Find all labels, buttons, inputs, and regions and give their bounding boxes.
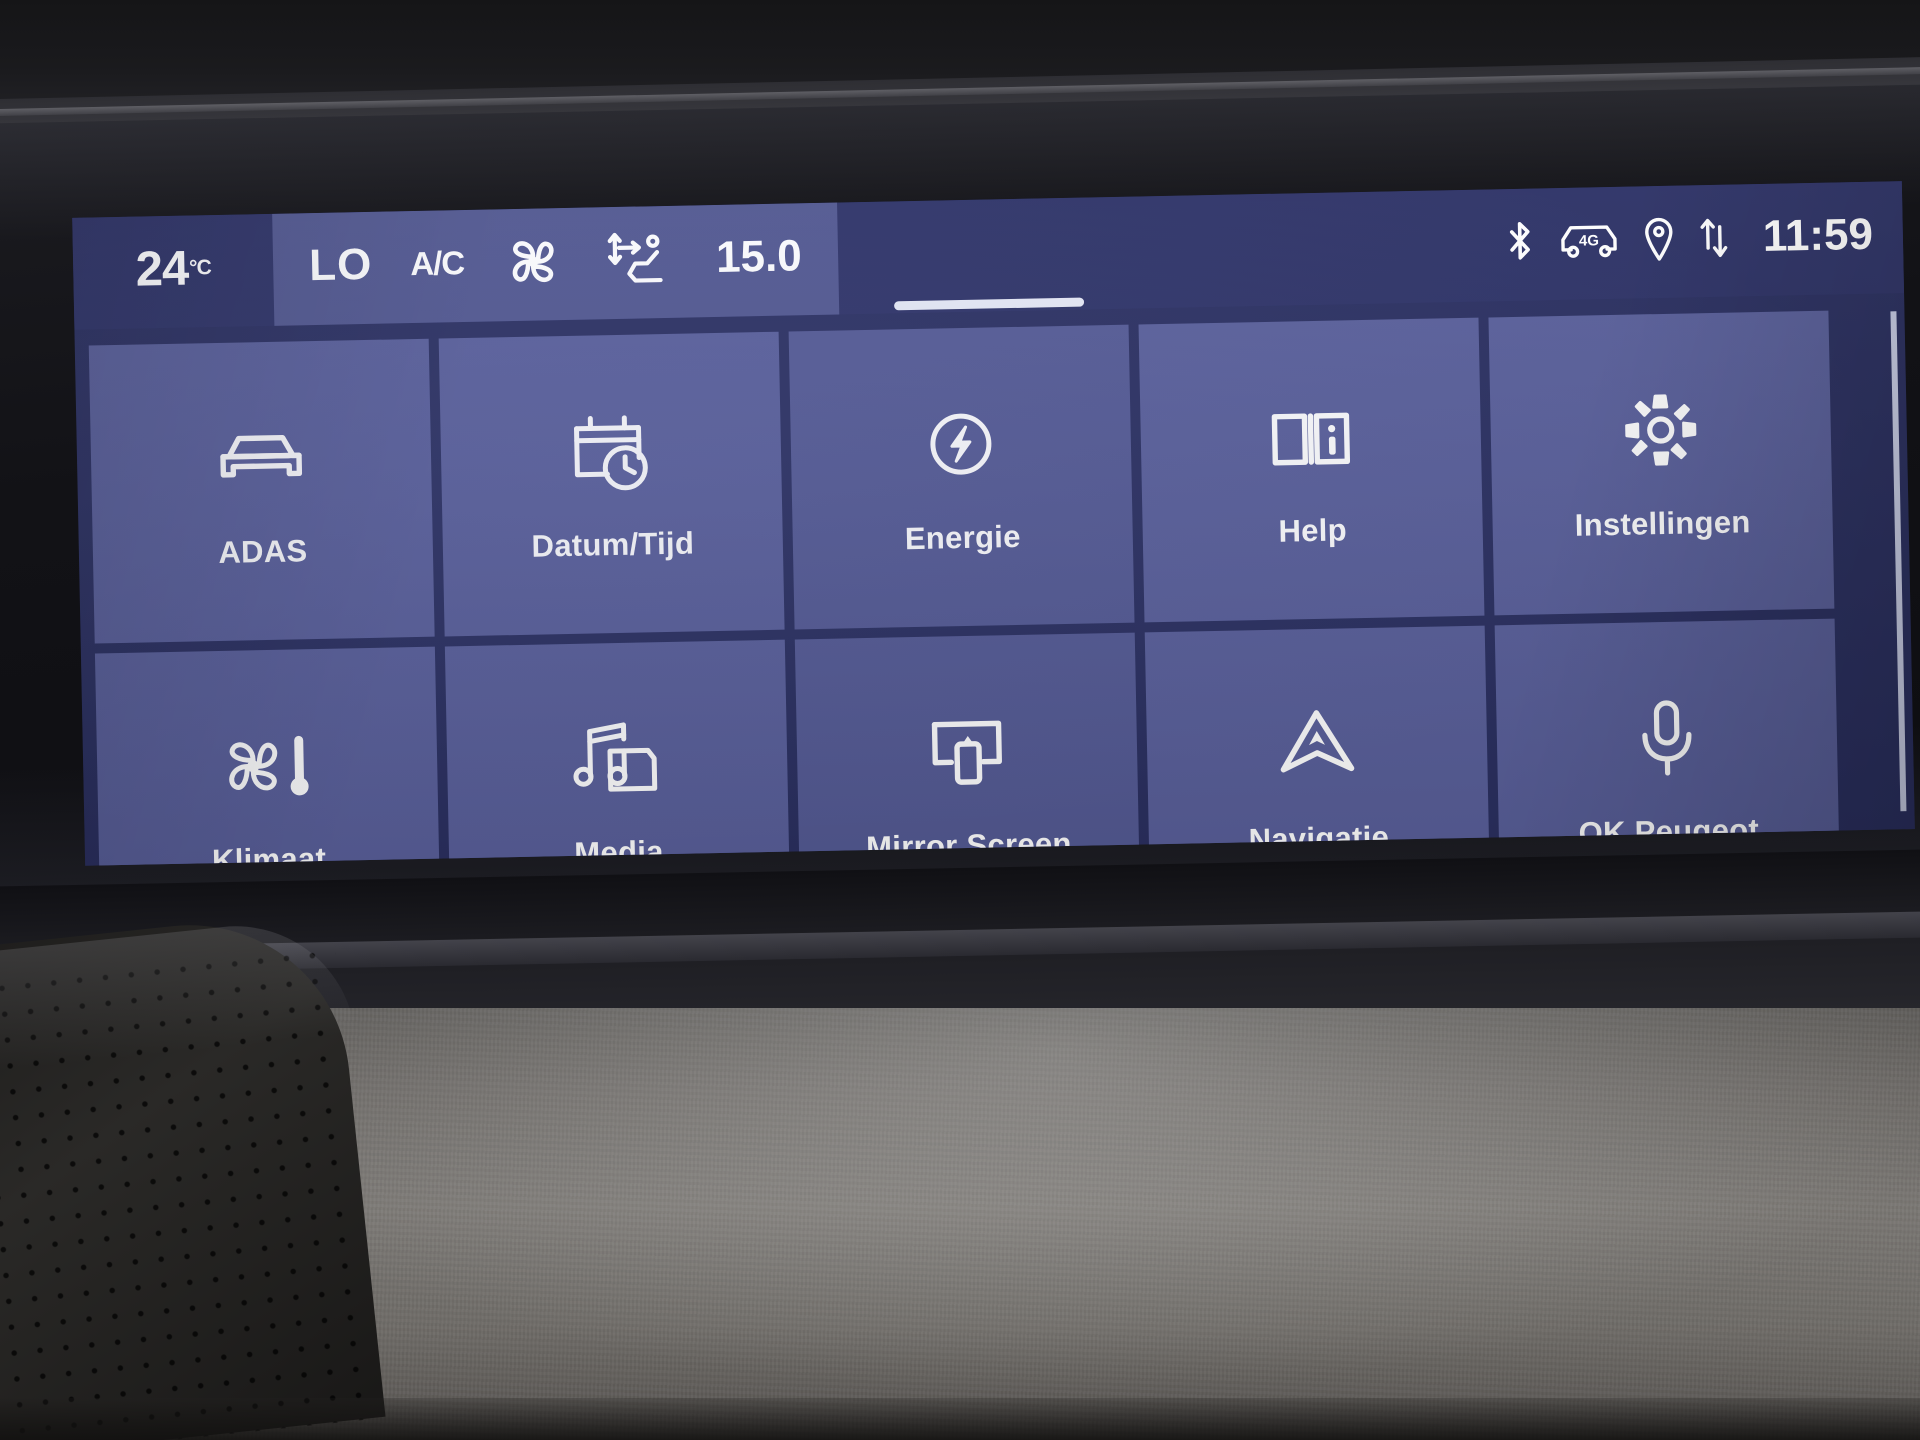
microphone-icon bbox=[1631, 691, 1703, 784]
outside-temperature: 24 °C bbox=[72, 214, 274, 330]
music-folder-icon bbox=[567, 712, 667, 806]
svg-text:4G: 4G bbox=[1579, 232, 1599, 249]
tile-label: Instellingen bbox=[1574, 504, 1751, 543]
climate-quick-panel[interactable]: LO A/C 15.0 bbox=[272, 202, 839, 326]
bottom-shadow bbox=[0, 1398, 1920, 1440]
climate-ac-label[interactable]: A/C bbox=[410, 244, 465, 283]
calendar-clock-icon bbox=[564, 404, 658, 498]
navigation-arrow-icon bbox=[1272, 698, 1362, 792]
clock: 11:59 bbox=[1762, 209, 1874, 261]
tile-label: ADAS bbox=[218, 533, 308, 570]
airflow-seat-icon[interactable] bbox=[601, 228, 678, 292]
screen-mirror-icon bbox=[920, 705, 1014, 799]
vertical-scrollbar[interactable] bbox=[1890, 311, 1907, 812]
car-front-icon bbox=[212, 411, 310, 505]
location-pin-icon bbox=[1642, 215, 1675, 264]
car-4g-icon: 4G bbox=[1556, 217, 1621, 264]
tile-datum-tijd[interactable]: Datum/Tijd bbox=[438, 331, 785, 637]
tile-help[interactable]: Help bbox=[1138, 317, 1485, 623]
tile-instellingen[interactable]: Instellingen bbox=[1488, 310, 1835, 616]
app-menu-grid: ADAS Datum/Tijd Energie Help Instellinge… bbox=[88, 310, 1881, 866]
screen-bezel-assembly: 24 °C LO A/C 15.0 4G 11:59 ADAS Datum/Ti… bbox=[0, 84, 1920, 914]
infotainment-display[interactable]: 24 °C LO A/C 15.0 4G 11:59 ADAS Datum/Ti… bbox=[72, 181, 1915, 866]
gear-icon bbox=[1618, 383, 1704, 477]
fan-icon[interactable] bbox=[502, 233, 565, 290]
tile-label: Energie bbox=[904, 518, 1022, 557]
tile-ok-peugeot[interactable]: OK Peugeot bbox=[1494, 618, 1841, 866]
climate-set-temperature[interactable]: 15.0 bbox=[716, 231, 803, 283]
up-down-arrows-icon bbox=[1696, 214, 1729, 263]
outside-temperature-unit: °C bbox=[188, 256, 211, 280]
tile-energie[interactable]: Energie bbox=[788, 324, 1135, 630]
status-icons-group: 4G 11:59 bbox=[1504, 182, 1874, 301]
tile-media[interactable]: Media bbox=[444, 639, 791, 866]
tile-label: Help bbox=[1278, 512, 1348, 549]
tile-label: Datum/Tijd bbox=[531, 525, 695, 564]
climate-mode-label[interactable]: LO bbox=[309, 240, 373, 291]
energy-bolt-icon bbox=[921, 397, 1001, 491]
book-info-icon bbox=[1262, 390, 1360, 484]
photo-of-car-infotainment: 24 °C LO A/C 15.0 4G 11:59 ADAS Datum/Ti… bbox=[0, 0, 1920, 1440]
tile-adas[interactable]: ADAS bbox=[88, 338, 435, 644]
tile-mirror-screen[interactable]: Mirror Screen bbox=[794, 632, 1141, 866]
fan-thermometer-icon bbox=[214, 719, 320, 813]
tile-klimaat[interactable]: Klimaat bbox=[94, 646, 441, 866]
outside-temperature-value: 24 bbox=[135, 241, 189, 297]
tile-navigatie[interactable]: Navigatie bbox=[1144, 625, 1491, 866]
bluetooth-icon bbox=[1504, 218, 1535, 267]
